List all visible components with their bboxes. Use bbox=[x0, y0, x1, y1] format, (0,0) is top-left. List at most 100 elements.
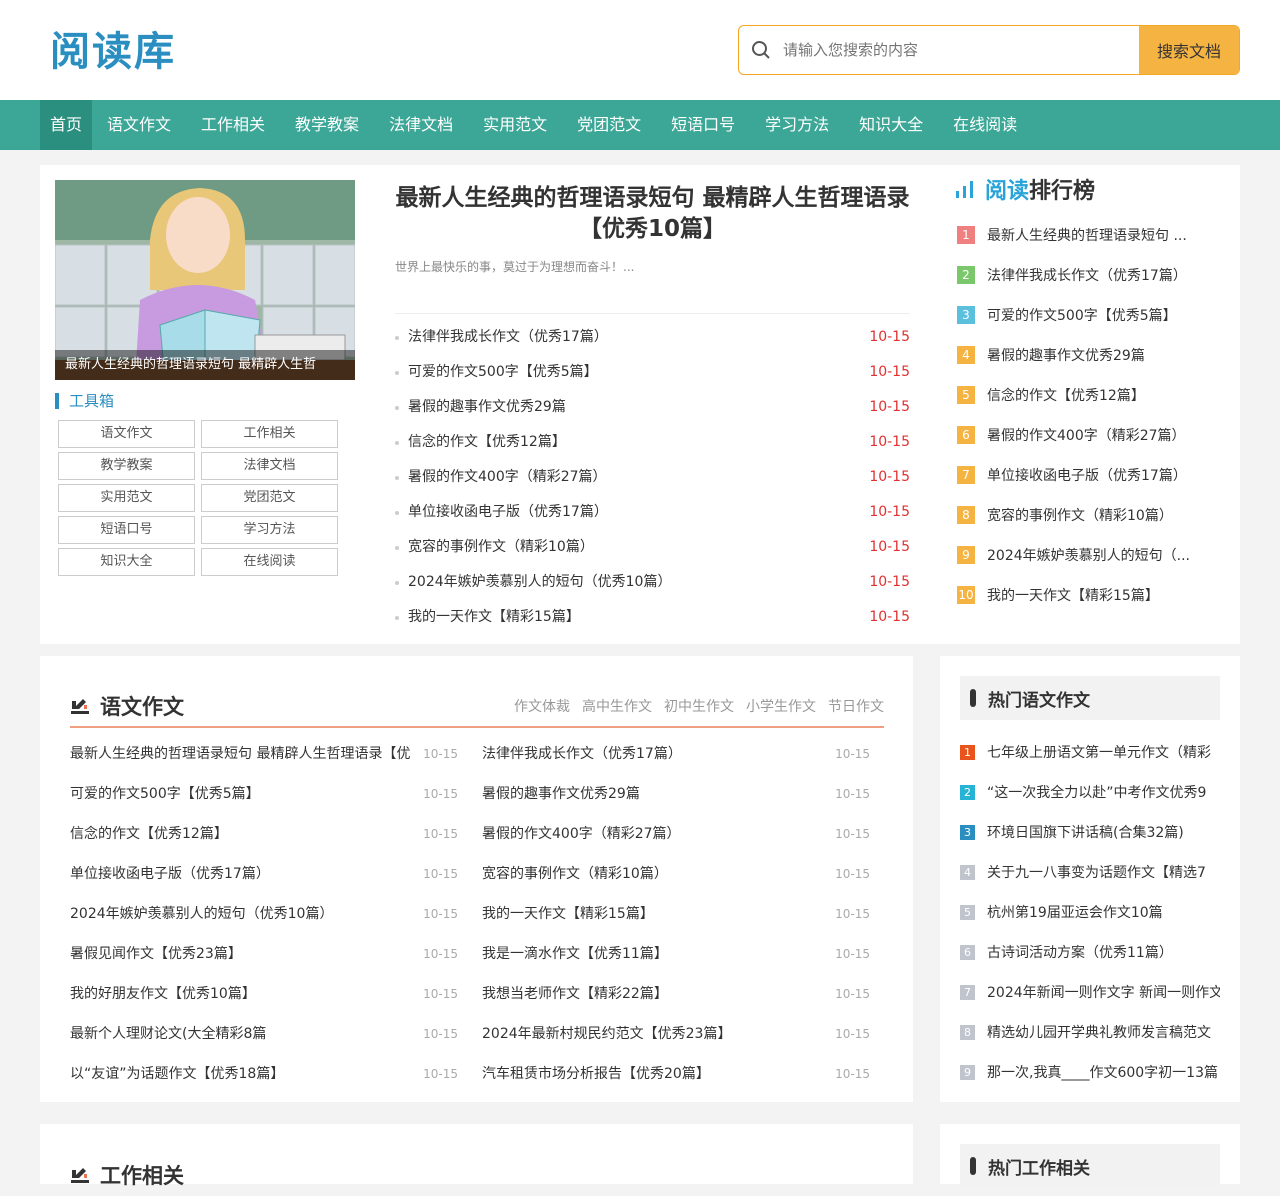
toolbox-item[interactable]: 学习方法 bbox=[201, 516, 338, 544]
toolbox-item[interactable]: 党团范文 bbox=[201, 484, 338, 512]
hot-item[interactable]: 4 关于九一八事变为话题作文【精选7 bbox=[960, 852, 1220, 892]
rank-item[interactable]: 6 暑假的作文400字（精彩27篇） bbox=[957, 415, 1227, 455]
item-title[interactable]: 汽车租赁市场分析报告【优秀20篇】 bbox=[482, 1054, 822, 1094]
section-tag[interactable]: 初中生作文 bbox=[664, 696, 734, 716]
item-title[interactable]: 2024年最新村规民约范文【优秀23篇】 bbox=[482, 1014, 822, 1054]
hot-item[interactable]: 1 七年级上册语文第一单元作文（精彩 bbox=[960, 732, 1220, 772]
rank-item-title[interactable]: 我的一天作文【精彩15篇】 bbox=[987, 585, 1159, 605]
rank-item-title[interactable]: 宽容的事例作文（精彩10篇） bbox=[987, 505, 1173, 525]
rank-item-title[interactable]: 单位接收函电子版（优秀17篇） bbox=[987, 465, 1187, 485]
list-item[interactable]: 以“友谊”为话题作文【优秀18篇】 10-15 bbox=[70, 1054, 458, 1094]
hot-item-title[interactable]: 杭州第19届亚运会作文10篇 bbox=[987, 902, 1163, 922]
rank-item-title[interactable]: 最新人生经典的哲理语录短句 ... bbox=[987, 225, 1187, 245]
list-item[interactable]: 暑假的作文400字（精彩27篇） 10-15 bbox=[482, 814, 870, 854]
site-logo[interactable]: 阅读库 bbox=[50, 28, 176, 76]
hot-item-title[interactable]: 关于九一八事变为话题作文【精选7 bbox=[987, 862, 1206, 882]
toolbox-item[interactable]: 在线阅读 bbox=[201, 548, 338, 576]
list-item[interactable]: 法律伴我成长作文（优秀17篇） 10-15 bbox=[395, 320, 910, 355]
item-title[interactable]: 法律伴我成长作文（优秀17篇） bbox=[482, 734, 822, 774]
hot-item-title[interactable]: 2024年新闻一则作文字 新闻一则作文 bbox=[987, 982, 1220, 1002]
hot-item-title[interactable]: 古诗词活动方案（优秀11篇） bbox=[987, 942, 1173, 962]
feature-image[interactable]: 最新人生经典的哲理语录短句 最精辟人生哲 bbox=[55, 180, 355, 380]
section-tag[interactable]: 高中生作文 bbox=[582, 696, 652, 716]
nav-item[interactable]: 教学教案 bbox=[280, 100, 374, 150]
hot-item[interactable]: 6 古诗词活动方案（优秀11篇） bbox=[960, 932, 1220, 972]
list-item[interactable]: 暑假的作文400字（精彩27篇） 10-15 bbox=[395, 460, 910, 495]
toolbox-item[interactable]: 语文作文 bbox=[58, 420, 195, 448]
rank-item[interactable]: 1 最新人生经典的哲理语录短句 ... bbox=[957, 215, 1227, 255]
list-item[interactable]: 可爱的作文500字【优秀5篇】 10-15 bbox=[70, 774, 458, 814]
list-item[interactable]: 单位接收函电子版（优秀17篇） 10-15 bbox=[395, 495, 910, 530]
item-title[interactable]: 暑假的趣事作文优秀29篇 bbox=[408, 390, 566, 425]
list-item[interactable]: 信念的作文【优秀12篇】 10-15 bbox=[395, 425, 910, 460]
list-item[interactable]: 2024年最新村规民约范文【优秀23篇】 10-15 bbox=[482, 1014, 870, 1054]
section-tag[interactable]: 节日作文 bbox=[828, 696, 884, 716]
list-item[interactable]: 暑假的趣事作文优秀29篇 10-15 bbox=[395, 390, 910, 425]
list-item[interactable]: 暑假见闻作文【优秀23篇】 10-15 bbox=[70, 934, 458, 974]
nav-item[interactable]: 在线阅读 bbox=[938, 100, 1032, 150]
rank-item-title[interactable]: 暑假的作文400字（精彩27篇） bbox=[987, 425, 1186, 445]
search-button[interactable]: 搜索文档 bbox=[1139, 26, 1239, 74]
nav-item[interactable]: 语文作文 bbox=[92, 100, 186, 150]
toolbox-item[interactable]: 教学教案 bbox=[58, 452, 195, 480]
list-item[interactable]: 可爱的作文500字【优秀5篇】 10-15 bbox=[395, 355, 910, 390]
item-title[interactable]: 信念的作文【优秀12篇】 bbox=[408, 425, 566, 460]
item-title[interactable]: 2024年嫉妒羡慕别人的短句（优秀10篇） bbox=[408, 565, 671, 600]
item-title[interactable]: 宽容的事例作文（精彩10篇） bbox=[408, 530, 594, 565]
list-item[interactable]: 最新人生经典的哲理语录短句 最精辟人生哲理语录【优 10-15 bbox=[70, 734, 458, 774]
item-title[interactable]: 单位接收函电子版（优秀17篇） bbox=[408, 495, 608, 530]
list-item[interactable]: 我的一天作文【精彩15篇】 10-15 bbox=[482, 894, 870, 934]
nav-item[interactable]: 知识大全 bbox=[844, 100, 938, 150]
search-input[interactable] bbox=[783, 26, 1139, 74]
rank-item-title[interactable]: 2024年嫉妒羡慕别人的短句（... bbox=[987, 545, 1190, 565]
item-title[interactable]: 可爱的作文500字【优秀5篇】 bbox=[70, 774, 410, 814]
list-item[interactable]: 单位接收函电子版（优秀17篇） 10-15 bbox=[70, 854, 458, 894]
section-tag[interactable]: 作文体裁 bbox=[514, 696, 570, 716]
nav-item[interactable]: 短语口号 bbox=[656, 100, 750, 150]
section-tag[interactable]: 小学生作文 bbox=[746, 696, 816, 716]
list-item[interactable]: 我的一天作文【精彩15篇】 10-15 bbox=[395, 600, 910, 635]
item-title[interactable]: 以“友谊”为话题作文【优秀18篇】 bbox=[70, 1054, 410, 1094]
item-title[interactable]: 可爱的作文500字【优秀5篇】 bbox=[408, 355, 598, 390]
toolbox-item[interactable]: 实用范文 bbox=[58, 484, 195, 512]
item-title[interactable]: 我的好朋友作文【优秀10篇】 bbox=[70, 974, 410, 1014]
list-item[interactable]: 信念的作文【优秀12篇】 10-15 bbox=[70, 814, 458, 854]
list-item[interactable]: 2024年嫉妒羡慕别人的短句（优秀10篇） 10-15 bbox=[70, 894, 458, 934]
headline-title[interactable]: 最新人生经典的哲理语录短句 最精辟人生哲理语录【优秀10篇】 bbox=[395, 183, 910, 245]
list-item[interactable]: 我的好朋友作文【优秀10篇】 10-15 bbox=[70, 974, 458, 1014]
rank-item-title[interactable]: 可爱的作文500字【优秀5篇】 bbox=[987, 305, 1177, 325]
hot-item[interactable]: 2 “这一次我全力以赴”中考作文优秀9 bbox=[960, 772, 1220, 812]
rank-item[interactable]: 9 2024年嫉妒羡慕别人的短句（... bbox=[957, 535, 1227, 575]
hot-item[interactable]: 5 杭州第19届亚运会作文10篇 bbox=[960, 892, 1220, 932]
section-title[interactable]: 语文作文 bbox=[70, 691, 184, 721]
rank-item[interactable]: 3 可爱的作文500字【优秀5篇】 bbox=[957, 295, 1227, 335]
list-item[interactable]: 暑假的趣事作文优秀29篇 10-15 bbox=[482, 774, 870, 814]
list-item[interactable]: 我想当老师作文【精彩22篇】 10-15 bbox=[482, 974, 870, 1014]
item-title[interactable]: 我的一天作文【精彩15篇】 bbox=[408, 600, 580, 635]
toolbox-item[interactable]: 法律文档 bbox=[201, 452, 338, 480]
item-title[interactable]: 信念的作文【优秀12篇】 bbox=[70, 814, 410, 854]
toolbox-item[interactable]: 工作相关 bbox=[201, 420, 338, 448]
list-item[interactable]: 最新个人理财论文(大全精彩8篇 10-15 bbox=[70, 1014, 458, 1054]
nav-item[interactable]: 首页 bbox=[40, 100, 93, 150]
item-title[interactable]: 单位接收函电子版（优秀17篇） bbox=[70, 854, 410, 894]
hot-item-title[interactable]: 环境日国旗下讲话稿(合集32篇) bbox=[987, 822, 1184, 842]
item-title[interactable]: 我想当老师作文【精彩22篇】 bbox=[482, 974, 822, 1014]
list-item[interactable]: 汽车租赁市场分析报告【优秀20篇】 10-15 bbox=[482, 1054, 870, 1094]
hot-item[interactable]: 7 2024年新闻一则作文字 新闻一则作文 bbox=[960, 972, 1220, 1012]
list-item[interactable]: 我是一滴水作文【优秀11篇】 10-15 bbox=[482, 934, 870, 974]
item-title[interactable]: 暑假的作文400字（精彩27篇） bbox=[482, 814, 822, 854]
hot-item[interactable]: 8 精选幼儿园开学典礼教师发言稿范文 bbox=[960, 1012, 1220, 1052]
hot-item-title[interactable]: “这一次我全力以赴”中考作文优秀9 bbox=[987, 782, 1206, 802]
item-title[interactable]: 最新人生经典的哲理语录短句 最精辟人生哲理语录【优 bbox=[70, 734, 410, 774]
nav-item[interactable]: 党团范文 bbox=[562, 100, 656, 150]
list-item[interactable]: 宽容的事例作文（精彩10篇） 10-15 bbox=[395, 530, 910, 565]
item-title[interactable]: 宽容的事例作文（精彩10篇） bbox=[482, 854, 822, 894]
item-title[interactable]: 我的一天作文【精彩15篇】 bbox=[482, 894, 822, 934]
item-title[interactable]: 暑假的趣事作文优秀29篇 bbox=[482, 774, 822, 814]
rank-item[interactable]: 10 我的一天作文【精彩15篇】 bbox=[957, 575, 1227, 615]
item-title[interactable]: 最新个人理财论文(大全精彩8篇 bbox=[70, 1014, 410, 1054]
item-title[interactable]: 法律伴我成长作文（优秀17篇） bbox=[408, 320, 608, 355]
nav-item[interactable]: 实用范文 bbox=[468, 100, 562, 150]
item-title[interactable]: 暑假的作文400字（精彩27篇） bbox=[408, 460, 607, 495]
